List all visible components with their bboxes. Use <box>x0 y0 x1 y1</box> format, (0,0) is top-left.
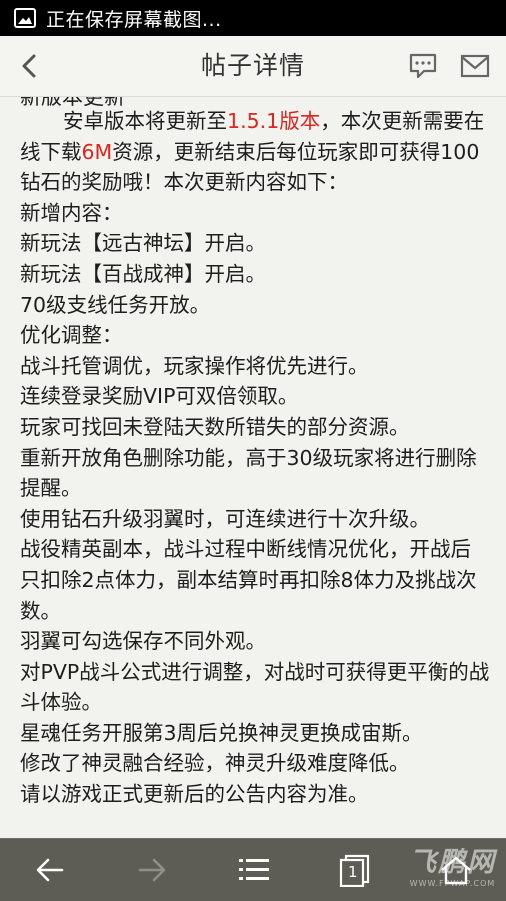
menu-icon[interactable] <box>234 853 274 887</box>
watermark: 飞鹏网 WWW.FPWAP.COM <box>409 847 496 889</box>
picture-icon <box>14 8 36 28</box>
list-item: 羽翼可勾选保存不同外观。 <box>20 629 266 654</box>
list-item: 对PVP战斗公式进行调整，对战时可获得更平衡的战斗体验。 <box>20 659 490 715</box>
list-item: 星魂任务开服第3周后兑换神灵更换成宙斯。 <box>20 720 423 745</box>
title-bar: 帖子详情 <box>0 36 506 97</box>
list-item: 重新开放角色删除功能，高于30级玩家将进行删除提醒。 <box>20 445 477 501</box>
list-item: 新玩法【百战成神】开启。 <box>20 261 266 286</box>
post-content: 新版本更新 安卓版本将更新至1.5.1版本，本次更新需要在线下载6M资源，更新结… <box>0 97 506 838</box>
size-highlight: 6M <box>81 139 113 164</box>
list-item: 请以游戏正式更新后的公告内容为准。 <box>20 782 369 807</box>
list-item: 战斗托管调优，玩家操作将优先进行。 <box>20 353 369 378</box>
intro-paragraph: 安卓版本将更新至1.5.1版本，本次更新需要在线下载6M资源，更新结束后每位玩家… <box>20 109 485 195</box>
nav-forward-icon[interactable] <box>132 853 172 887</box>
nav-back-icon[interactable] <box>30 853 70 887</box>
list-item: 新玩法【远古神坛】开启。 <box>20 231 266 256</box>
list-item: 70级支线任务开放。 <box>20 292 211 317</box>
mail-icon[interactable] <box>460 53 490 79</box>
article-body: 安卓版本将更新至1.5.1版本，本次更新需要在线下载6M资源，更新结束后每位玩家… <box>20 106 490 810</box>
tabs-count: 1 <box>348 863 358 881</box>
status-text: 正在保存屏幕截图... <box>46 8 222 31</box>
tabs-icon[interactable]: 1 <box>336 853 376 887</box>
list-item: 玩家可找回未登陆天数所错失的部分资源。 <box>20 414 410 439</box>
list-item: 新增内容： <box>20 200 123 225</box>
list-item: 使用钻石升级羽翼时，可连续进行十次升级。 <box>20 506 430 531</box>
watermark-url: WWW.FPWAP.COM <box>409 879 496 888</box>
watermark-logo-text: 飞鹏网 <box>409 847 496 878</box>
list-item: 优化调整： <box>20 323 123 348</box>
list-item: 战役精英副本，战斗过程中断线情况优化，开战后只扣除2点体力，副本结算时再扣除8体… <box>20 537 477 623</box>
status-bar: 正在保存屏幕截图... <box>0 0 506 36</box>
version-highlight: 1.5.1版本 <box>227 109 321 133</box>
list-item: 连续登录奖励VIP可双倍领取。 <box>20 384 299 409</box>
list-item: 修改了神灵融合经验，神灵升级难度降低。 <box>20 751 410 776</box>
comment-icon[interactable] <box>408 52 438 80</box>
